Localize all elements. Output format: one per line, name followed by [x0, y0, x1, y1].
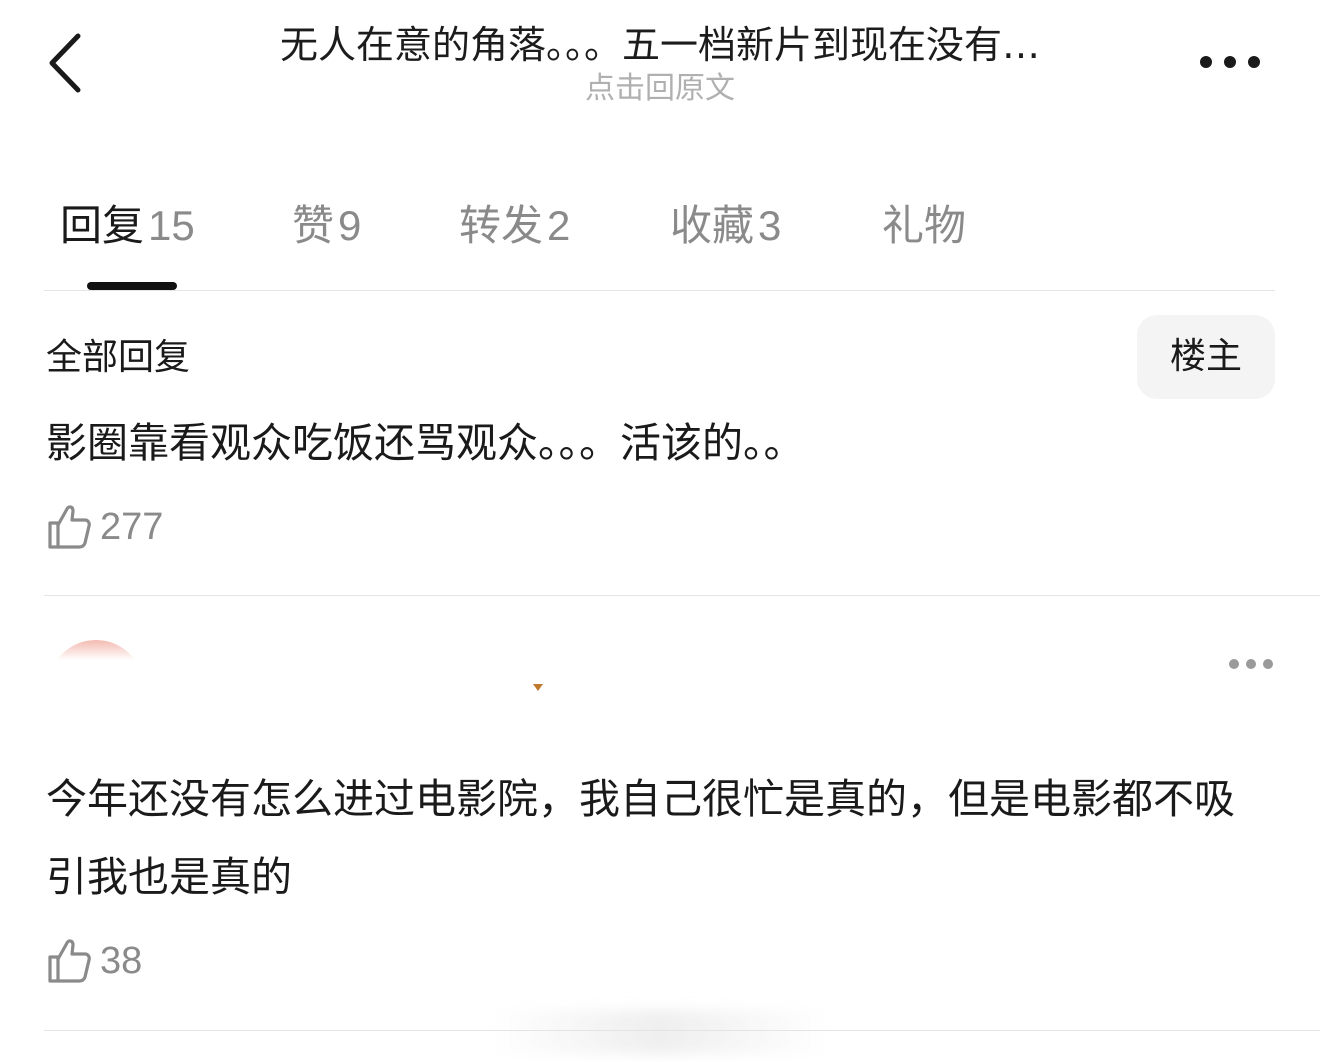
tab-count: 15 — [148, 202, 195, 249]
reply-text: 今年还没有怎么进过电影院，我自己很忙是真的，但是电影都不吸引我也是真的 — [46, 775, 1235, 901]
tab-label: 赞 — [292, 201, 335, 250]
like-count: 277 — [100, 506, 164, 548]
tab-reposts[interactable]: 转发2 — [459, 196, 570, 256]
more-options-button[interactable] — [1198, 50, 1262, 74]
tab-count: 9 — [338, 202, 362, 249]
reply-text: 影圈靠看观众吃饭还骂观众。。。活该的。。 — [46, 419, 805, 467]
thumbs-up-icon — [48, 505, 91, 549]
chevron-left-icon — [49, 33, 81, 93]
active-tab-indicator — [87, 282, 177, 290]
reply-divider — [44, 595, 1320, 596]
tab-replies[interactable]: 回复15 — [60, 196, 195, 256]
op-filter-button[interactable]: 楼主 — [1137, 315, 1275, 399]
more-horizontal-icon — [1200, 56, 1260, 68]
page-title: 无人在意的角落。。。五一档新片到现在没有… — [279, 23, 1040, 67]
back-button[interactable] — [44, 28, 92, 98]
more-horizontal-icon — [1229, 659, 1273, 669]
tab-gifts[interactable]: 礼物 — [882, 196, 970, 256]
avatar-image — [58, 640, 134, 660]
tab-label: 回复 — [60, 201, 145, 250]
tab-label: 礼物 — [882, 201, 967, 250]
like-count: 38 — [100, 940, 143, 982]
tab-count: 3 — [758, 202, 782, 249]
tab-favorites[interactable]: 收藏3 — [670, 196, 781, 256]
section-title: 全部回复 — [46, 337, 191, 378]
back-to-original-link[interactable]: 点击回原文 — [190, 70, 1130, 108]
tab-divider — [44, 290, 1275, 291]
like-button[interactable]: 277 — [46, 502, 163, 552]
user-badge-icon — [533, 684, 543, 691]
avatar[interactable] — [48, 640, 144, 736]
scroll-indicator — [490, 1010, 830, 1054]
tab-label: 收藏 — [670, 201, 755, 250]
thumbs-up-icon — [48, 939, 91, 983]
top-bar: 无人在意的角落。。。五一档新片到现在没有… 点击回原文 — [0, 0, 1320, 130]
reply-more-button[interactable] — [1228, 656, 1274, 672]
tab-likes[interactable]: 赞9 — [292, 196, 361, 256]
title-block[interactable]: 无人在意的角落。。。五一档新片到现在没有… 点击回原文 — [190, 16, 1130, 108]
tab-count: 2 — [547, 202, 571, 249]
like-button[interactable]: 38 — [46, 936, 142, 986]
tab-label: 转发 — [459, 201, 544, 250]
